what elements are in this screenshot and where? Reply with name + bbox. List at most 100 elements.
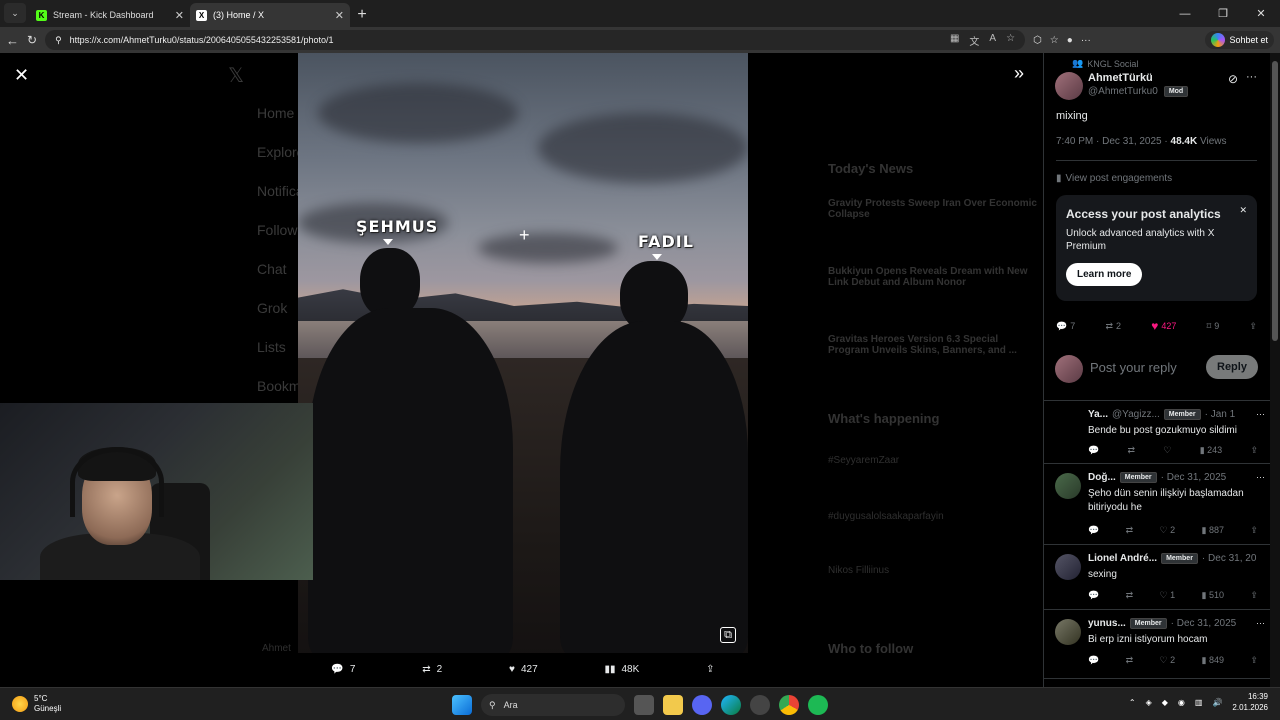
bookmark-stat[interactable]: ⌑ 9: [1207, 321, 1220, 332]
url-bar[interactable]: ⚲ https://x.com/AhmetTurku0/status/20064…: [45, 30, 1026, 50]
learn-more-button[interactable]: Learn more: [1066, 263, 1143, 286]
obs-icon[interactable]: [750, 695, 770, 715]
like-stat[interactable]: ♡ 2: [1160, 525, 1176, 536]
new-tab-button[interactable]: +: [350, 4, 374, 26]
apps-icon[interactable]: ▦: [950, 33, 959, 48]
reply-author[interactable]: Doğ...: [1088, 472, 1116, 483]
views-stat[interactable]: ▮ 849: [1202, 655, 1224, 666]
image-alt-icon[interactable]: ⧉: [720, 627, 736, 643]
reply-avatar[interactable]: [1055, 554, 1081, 580]
reply-avatar[interactable]: [1055, 619, 1081, 645]
like-action[interactable]: ♥ 427: [509, 664, 538, 675]
view-engagements-link[interactable]: ▮ View post engagements: [1056, 173, 1172, 184]
more-options-icon[interactable]: ···: [1246, 71, 1257, 83]
share-icon[interactable]: ⇪: [1250, 590, 1258, 601]
reply-author[interactable]: Ya...: [1088, 409, 1108, 420]
share-icon[interactable]: ⇪: [1250, 525, 1258, 536]
reply-input[interactable]: Post your reply: [1090, 360, 1177, 375]
translate-icon[interactable]: 文: [969, 33, 979, 48]
like-stat[interactable]: ♡ 2: [1160, 655, 1176, 666]
tab-x-home[interactable]: X (3) Home / X ✕: [190, 3, 350, 27]
share-action[interactable]: ⇪: [706, 664, 714, 675]
tray-app-icon[interactable]: ◉: [1178, 698, 1185, 707]
reply-action[interactable]: 💬 7: [331, 664, 355, 675]
heart-icon[interactable]: ♡: [1163, 445, 1171, 456]
task-view-icon[interactable]: [634, 695, 654, 715]
maximize-button[interactable]: ❐: [1204, 0, 1242, 27]
more-options-icon[interactable]: ···: [1256, 472, 1265, 482]
repost-icon[interactable]: ⇄: [1126, 525, 1134, 536]
reply-button[interactable]: Reply: [1206, 355, 1258, 379]
edge-icon[interactable]: [721, 695, 741, 715]
clock[interactable]: 16:39 2.01.2026: [1232, 691, 1268, 713]
repost-stat[interactable]: ⇄72: [1105, 321, 1121, 332]
close-promo-icon[interactable]: ✕: [1239, 205, 1247, 216]
post-photo[interactable]: ŞEHMUS FADIL + ⧉: [298, 53, 748, 653]
collapse-panel-icon[interactable]: »: [1014, 63, 1024, 84]
reply-author[interactable]: yunus...: [1088, 618, 1126, 629]
close-tab-icon[interactable]: ✕: [175, 9, 184, 22]
share-icon[interactable]: ⇪: [1250, 655, 1258, 666]
volume-icon[interactable]: 🔊: [1212, 698, 1222, 707]
profile-avatar-icon[interactable]: ●: [1067, 35, 1073, 46]
reply-stat[interactable]: 💬 7: [1056, 321, 1075, 332]
close-window-button[interactable]: ✕: [1242, 0, 1280, 27]
back-icon[interactable]: ←: [6, 33, 19, 48]
copilot-button[interactable]: Sohbet et: [1205, 31, 1274, 49]
extensions-icon[interactable]: ⬡: [1033, 35, 1042, 46]
reply-icon[interactable]: 💬: [1088, 655, 1099, 666]
minimize-button[interactable]: —: [1166, 0, 1204, 27]
weather-widget[interactable]: 5°C Güneşli: [12, 694, 61, 714]
refresh-icon[interactable]: ↻: [27, 33, 37, 47]
more-options-icon[interactable]: ···: [1256, 618, 1265, 628]
post-time[interactable]: 7:40 PM · Dec 31, 2025 ·: [1056, 136, 1171, 147]
grok-icon[interactable]: ⊘: [1228, 72, 1238, 86]
reply-avatar[interactable]: [1055, 410, 1081, 436]
views-stat[interactable]: ▮ 887: [1202, 525, 1224, 536]
tray-app-icon[interactable]: ◆: [1162, 698, 1168, 707]
read-aloud-icon[interactable]: A: [989, 33, 996, 48]
reply-icon[interactable]: 💬: [1088, 590, 1099, 601]
repost-action[interactable]: ⇄ 2: [422, 664, 442, 675]
favorites-icon[interactable]: ☆: [1050, 35, 1059, 46]
views-action[interactable]: ▮▮ 48K: [604, 664, 639, 675]
like-stat[interactable]: ♥ 427: [1151, 319, 1176, 333]
views-stat[interactable]: ▮ 243: [1200, 445, 1222, 456]
reply-item[interactable]: Ya... @Yagizz... Member · Jan 1 ··· Bende b…: [1044, 402, 1270, 464]
more-options-icon[interactable]: ···: [1256, 409, 1265, 419]
tray-app-icon[interactable]: ◈: [1146, 698, 1152, 707]
windows-start-icon[interactable]: [452, 695, 472, 715]
reply-item[interactable]: yunus... Member · Dec 31, 2025 ··· Bi erp …: [1044, 611, 1270, 679]
file-explorer-icon[interactable]: [663, 695, 683, 715]
like-stat[interactable]: ♡ 1: [1160, 590, 1176, 601]
reply-item[interactable]: Doğ... Member · Dec 31, 2025 ··· Şeho dün …: [1044, 465, 1270, 545]
network-icon[interactable]: ▥: [1195, 698, 1203, 707]
share-icon[interactable]: ⇪: [1250, 445, 1258, 456]
close-icon[interactable]: ✕: [14, 65, 29, 86]
site-info-icon[interactable]: ⚲: [55, 35, 62, 46]
share-stat[interactable]: ⇪: [1249, 321, 1257, 332]
reply-avatar[interactable]: [1055, 473, 1081, 499]
repost-icon[interactable]: ⇄: [1126, 655, 1134, 666]
reply-author[interactable]: Lionel André...: [1088, 553, 1157, 564]
close-tab-icon[interactable]: ✕: [335, 9, 344, 22]
reply-item[interactable]: Lionel André... Member · Dec 31, 20 sexing…: [1044, 546, 1270, 610]
spotify-icon[interactable]: [808, 695, 828, 715]
taskbar-search[interactable]: ⚲ Ara: [481, 694, 625, 716]
tab-kick-dashboard[interactable]: K Stream - Kick Dashboard ✕: [30, 3, 190, 27]
reply-icon[interactable]: 💬: [1088, 525, 1099, 536]
discord-icon[interactable]: [692, 695, 712, 715]
community-line[interactable]: 👥 KNGL Social: [1072, 58, 1138, 69]
repost-icon[interactable]: ⇄: [1128, 445, 1136, 456]
page-scrollbar[interactable]: [1270, 53, 1280, 687]
author-handle[interactable]: @AhmetTurku0: [1088, 86, 1158, 97]
views-stat[interactable]: ▮ 510: [1202, 590, 1224, 601]
tray-overflow-icon[interactable]: ⌃: [1129, 698, 1136, 707]
scrollbar-thumb[interactable]: [1272, 61, 1278, 341]
favorite-star-icon[interactable]: ☆: [1006, 33, 1015, 48]
more-menu-icon[interactable]: ···: [1081, 35, 1091, 46]
chrome-icon[interactable]: [779, 695, 799, 715]
tab-list-dropdown[interactable]: ⌄: [4, 3, 26, 23]
repost-icon[interactable]: ⇄: [1126, 590, 1134, 601]
reply-icon[interactable]: 💬: [1088, 445, 1099, 456]
